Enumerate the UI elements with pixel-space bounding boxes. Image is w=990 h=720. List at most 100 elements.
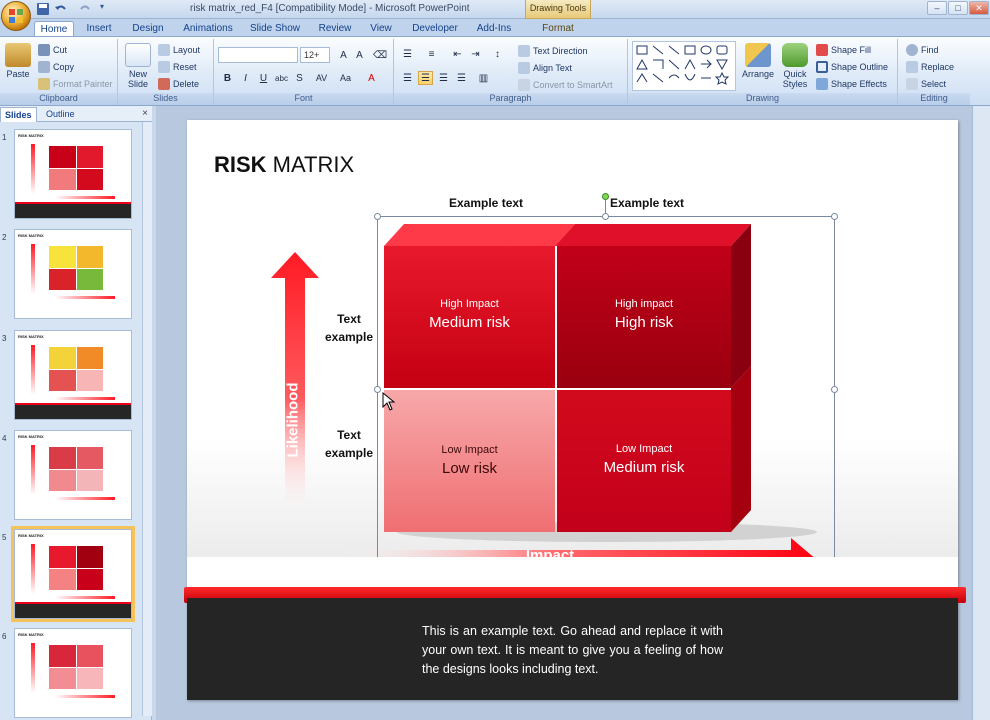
strikethrough-button[interactable]: abc	[274, 71, 289, 85]
tab-slide-show[interactable]: Slide Show	[246, 21, 304, 37]
body-text[interactable]: This is an example text. Go ahead and re…	[422, 622, 723, 679]
selection-bounding-box	[377, 216, 835, 563]
paste-label: Paste	[6, 69, 30, 79]
paste-button[interactable]: Paste	[4, 43, 32, 79]
tab-view[interactable]: View	[366, 21, 396, 37]
row-label-2[interactable]: Text example	[319, 426, 379, 462]
character-spacing-button[interactable]: AV	[314, 71, 329, 85]
shape-outline-button[interactable]: Shape Outline	[816, 61, 888, 73]
change-case-button[interactable]: Aa	[338, 71, 353, 85]
minimize-button[interactable]: –	[927, 1, 947, 15]
slide-thumbnail-3[interactable]: RISK MATRIX	[14, 330, 132, 420]
rotate-handle[interactable]	[602, 193, 609, 200]
shape-fill-button[interactable]: Shape Fill	[816, 44, 871, 56]
tab-insert[interactable]: Insert	[82, 21, 116, 37]
layout-button[interactable]: Layout	[158, 44, 200, 56]
select-button[interactable]: Select	[906, 78, 946, 90]
align-text-button[interactable]: Align Text	[518, 62, 572, 74]
bold-button[interactable]: B	[220, 71, 235, 85]
office-button[interactable]	[1, 1, 31, 31]
convert-smartart-label: Convert to SmartArt	[533, 80, 613, 90]
bullets-button[interactable]: ☰	[400, 47, 415, 61]
thumbnail-arrow	[31, 643, 35, 693]
font-color-button[interactable]: A	[364, 71, 379, 85]
close-panel-icon[interactable]: ×	[142, 108, 148, 119]
shape-effects-button[interactable]: Shape Effects	[816, 78, 887, 90]
increase-indent-button[interactable]: ⇥	[468, 47, 483, 61]
tab-developer[interactable]: Developer	[408, 21, 462, 37]
tab-animations[interactable]: Animations	[180, 21, 236, 37]
row-label-1[interactable]: Text example	[319, 310, 379, 346]
column-header-2[interactable]: Example text	[610, 196, 684, 210]
vertical-scrollbar[interactable]	[972, 106, 990, 720]
align-center-button[interactable]: ☰	[418, 71, 433, 85]
tab-home[interactable]: Home	[34, 21, 74, 37]
resize-handle-ne[interactable]	[831, 213, 838, 220]
slide-thumbnail-2[interactable]: RISK MATRIX	[14, 229, 132, 319]
thumbnail-title: RISK MATRIX	[18, 334, 44, 339]
delete-button[interactable]: Delete	[158, 78, 199, 90]
thumbnail-scrollbar[interactable]	[142, 122, 152, 716]
slide-thumbnail-5[interactable]: RISK MATRIX	[14, 529, 132, 619]
font-name-combo[interactable]	[218, 47, 298, 63]
shape-outline-label: Shape Outline	[831, 62, 889, 72]
tab-format[interactable]: Format	[532, 21, 584, 37]
resize-handle-n[interactable]	[602, 213, 609, 220]
format-painter-button[interactable]: Format Painter	[38, 78, 113, 90]
italic-button[interactable]: I	[238, 71, 253, 85]
find-button[interactable]: Find	[906, 44, 939, 56]
redo-icon[interactable]	[78, 2, 92, 16]
align-right-button[interactable]: ☰	[436, 71, 451, 85]
slide-title[interactable]: RISK MATRIX	[214, 152, 354, 178]
ribbon-tabs: Home Insert Design Animations Slide Show…	[0, 19, 990, 37]
resize-handle-nw[interactable]	[374, 213, 381, 220]
delete-icon	[158, 78, 170, 90]
align-left-button[interactable]: ☰	[400, 71, 415, 85]
tab-outline[interactable]: Outline	[42, 107, 79, 122]
copy-button[interactable]: Copy	[38, 61, 74, 73]
replace-icon	[906, 61, 918, 73]
slides-group: New Slide Layout Reset Delete Slides	[118, 39, 214, 105]
customize-qat-icon[interactable]: ▾	[100, 2, 114, 16]
resize-handle-w[interactable]	[374, 386, 381, 393]
shrink-font-button[interactable]: A	[352, 48, 367, 62]
cut-label: Cut	[53, 45, 68, 55]
new-slide-button[interactable]: New Slide	[122, 43, 154, 89]
tab-slides[interactable]: Slides	[0, 107, 37, 122]
underline-button[interactable]: U	[256, 71, 271, 85]
tab-review[interactable]: Review	[314, 21, 356, 37]
undo-icon[interactable]	[54, 2, 68, 16]
slide-thumbnail-4[interactable]: RISK MATRIX	[14, 430, 132, 520]
clear-formatting-button[interactable]: ⌫	[372, 48, 387, 62]
shapes-gallery[interactable]	[632, 41, 736, 91]
font-size-combo[interactable]: 12+	[300, 47, 330, 63]
column-header-1[interactable]: Example text	[449, 196, 523, 210]
convert-smartart-button[interactable]: Convert to SmartArt	[518, 79, 613, 91]
arrange-button[interactable]: Arrange	[742, 43, 774, 79]
paintbrush-icon	[38, 78, 50, 90]
tab-design[interactable]: Design	[128, 21, 168, 37]
close-button[interactable]: ✕	[969, 1, 989, 15]
columns-button[interactable]: ▥	[476, 71, 491, 85]
line-spacing-button[interactable]: ↕	[490, 47, 505, 61]
tab-add-ins[interactable]: Add-Ins	[472, 21, 516, 37]
thumbnail-number: 1	[2, 133, 7, 142]
slide-thumbnail-1[interactable]: RISK MATRIX	[14, 129, 132, 219]
thumbnail-arrow	[31, 345, 35, 395]
smartart-icon	[518, 79, 530, 91]
text-direction-button[interactable]: Text Direction	[518, 45, 588, 57]
save-icon[interactable]	[36, 2, 50, 16]
numbering-button[interactable]: ≡	[424, 47, 439, 61]
replace-button[interactable]: Replace	[906, 61, 954, 73]
resize-handle-e[interactable]	[831, 386, 838, 393]
cut-button[interactable]: Cut	[38, 44, 67, 56]
align-text-icon	[518, 62, 530, 74]
reset-button[interactable]: Reset	[158, 61, 197, 73]
grow-font-button[interactable]: A	[336, 48, 351, 62]
justify-button[interactable]: ☰	[454, 71, 469, 85]
maximize-button[interactable]: □	[948, 1, 968, 15]
shadow-button[interactable]: S	[292, 71, 307, 85]
slide-thumbnail-6[interactable]: RISK MATRIX	[14, 628, 132, 718]
decrease-indent-button[interactable]: ⇤	[450, 47, 465, 61]
quick-styles-button[interactable]: Quick Styles	[778, 43, 812, 89]
